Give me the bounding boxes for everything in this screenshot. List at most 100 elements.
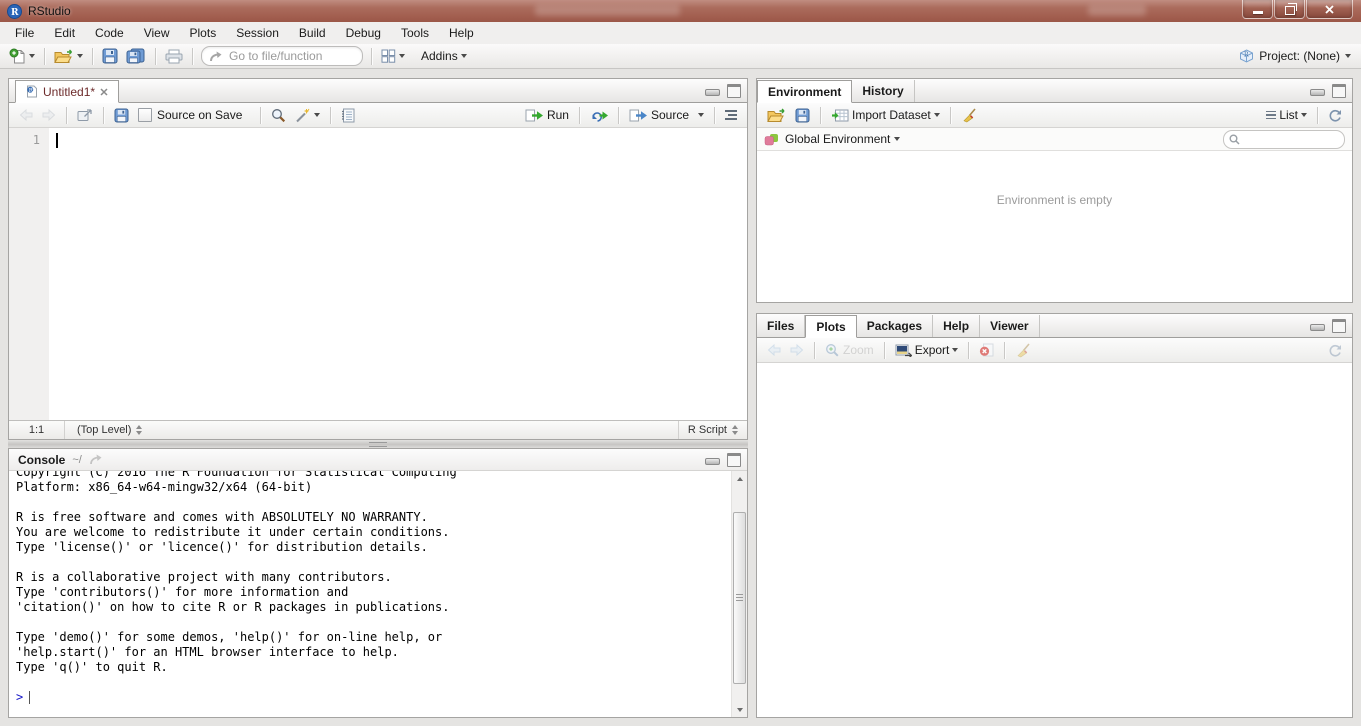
separator [618,107,619,124]
minimize-pane-icon[interactable] [705,89,720,96]
clear-environment-button[interactable] [958,106,980,125]
code-tools-button[interactable] [292,106,323,125]
close-tab-icon[interactable] [100,88,108,96]
console-line: Type 'q()' to quit R. [16,660,731,675]
load-workspace-button[interactable] [764,106,789,125]
console-output[interactable]: Copyright (C) 2016 The R Foundation for … [9,465,731,717]
console-scrollbar[interactable] [731,471,747,717]
refresh-environment-button[interactable] [1325,107,1345,124]
clear-all-plots-button[interactable] [1012,341,1034,360]
close-window-button[interactable] [1306,0,1353,19]
previous-plot-button[interactable] [764,342,784,358]
tab-history[interactable]: History [852,80,914,102]
tab-files[interactable]: Files [757,315,805,337]
save-all-button[interactable] [123,46,149,66]
tab-help[interactable]: Help [933,315,980,337]
export-plot-button[interactable]: Export [892,341,962,359]
cursor-position: 1:1 [9,421,65,439]
scope-label: Global Environment [785,132,890,146]
save-workspace-button[interactable] [792,106,813,125]
refresh-plots-button[interactable] [1325,342,1345,359]
list-view-button[interactable]: List [1263,106,1310,124]
forward-button[interactable] [39,107,59,123]
source-button[interactable]: Source [626,106,707,124]
project-menu-button[interactable]: R Project: (None) [1235,47,1355,65]
environment-scope-selector[interactable]: Global Environment [785,132,900,146]
environment-search-input[interactable] [1243,132,1339,146]
menu-edit[interactable]: Edit [44,22,85,44]
run-button[interactable]: Run [522,106,572,124]
compile-report-button[interactable] [338,106,358,125]
broom-icon [961,108,977,123]
scroll-down-arrow[interactable] [732,702,747,717]
minimize-pane-icon[interactable] [1310,324,1325,331]
console-prompt-row[interactable]: > [16,690,731,705]
close-icon [1325,5,1334,14]
minimize-window-button[interactable] [1242,0,1273,19]
save-icon [795,108,810,123]
source-status-bar: 1:1 (Top Level) R Script [9,420,747,439]
tab-plots[interactable]: Plots [805,315,856,338]
menu-code[interactable]: Code [85,22,134,44]
scroll-track[interactable] [732,486,747,702]
maximize-pane-icon[interactable] [1332,319,1346,333]
file-type-selector[interactable]: R Script [678,421,747,439]
tab-environment[interactable]: Environment [757,80,852,103]
minimize-pane-icon[interactable] [1310,89,1325,96]
horizontal-splitter[interactable] [8,440,748,448]
console-popout-icon[interactable] [89,454,102,465]
new-file-button[interactable] [6,46,38,67]
maximize-pane-icon[interactable] [727,84,741,98]
source-on-save-checkbox[interactable]: Source on Save [135,106,245,124]
addins-button[interactable]: Addins [418,47,470,65]
minimize-pane-icon[interactable] [705,458,720,465]
tab-label: History [862,84,903,98]
document-outline-button[interactable] [722,108,740,122]
console-line: Type 'license()' or 'licence()' for dist… [16,540,731,555]
tab-viewer[interactable]: Viewer [980,315,1039,337]
environment-search[interactable] [1223,130,1345,149]
goto-file-search[interactable] [201,46,363,66]
menu-bar: File Edit Code View Plots Session Build … [0,22,1361,44]
tab-packages[interactable]: Packages [857,315,933,337]
find-replace-button[interactable] [268,106,289,125]
menu-debug[interactable]: Debug [336,22,391,44]
next-plot-button[interactable] [787,342,807,358]
back-button[interactable] [16,107,36,123]
editor-text-area[interactable] [49,128,747,420]
editor-cursor [56,133,58,148]
rerun-button[interactable] [587,107,611,124]
maximize-pane-icon[interactable] [1332,84,1346,98]
zoom-plot-button[interactable]: Zoom [822,341,877,359]
save-button[interactable] [99,46,121,66]
maximize-pane-icon[interactable] [727,453,741,467]
pane-layout-button[interactable] [378,47,408,65]
open-file-button[interactable] [51,47,86,66]
print-button[interactable] [162,47,186,66]
restore-window-button[interactable] [1274,0,1305,19]
code-editor[interactable]: 1 [9,128,747,420]
import-dataset-button[interactable]: Import Dataset [828,106,943,124]
menu-file[interactable]: File [5,22,44,44]
show-in-new-window-button[interactable] [74,106,96,124]
remove-plot-button[interactable] [976,341,997,359]
checkbox-icon[interactable] [138,108,152,122]
console-cursor [29,691,30,704]
save-source-button[interactable] [111,106,132,125]
menu-plots[interactable]: Plots [180,22,227,44]
scope-selector[interactable]: (Top Level) [65,421,154,439]
menu-help[interactable]: Help [439,22,484,44]
environment-body: Environment is empty [757,151,1352,302]
menu-build[interactable]: Build [289,22,336,44]
tab-untitled1[interactable]: R Untitled1* [15,80,119,103]
menu-tools[interactable]: Tools [391,22,439,44]
goto-file-input[interactable] [227,48,355,64]
environment-toolbar: Import Dataset List [757,103,1352,128]
menu-session[interactable]: Session [226,22,289,44]
scroll-thumb[interactable] [733,512,746,684]
scroll-up-arrow[interactable] [732,471,747,486]
run-label: Run [547,108,569,122]
environment-scope-bar: Global Environment [757,128,1352,151]
import-dataset-label: Import Dataset [852,108,931,122]
menu-view[interactable]: View [134,22,180,44]
